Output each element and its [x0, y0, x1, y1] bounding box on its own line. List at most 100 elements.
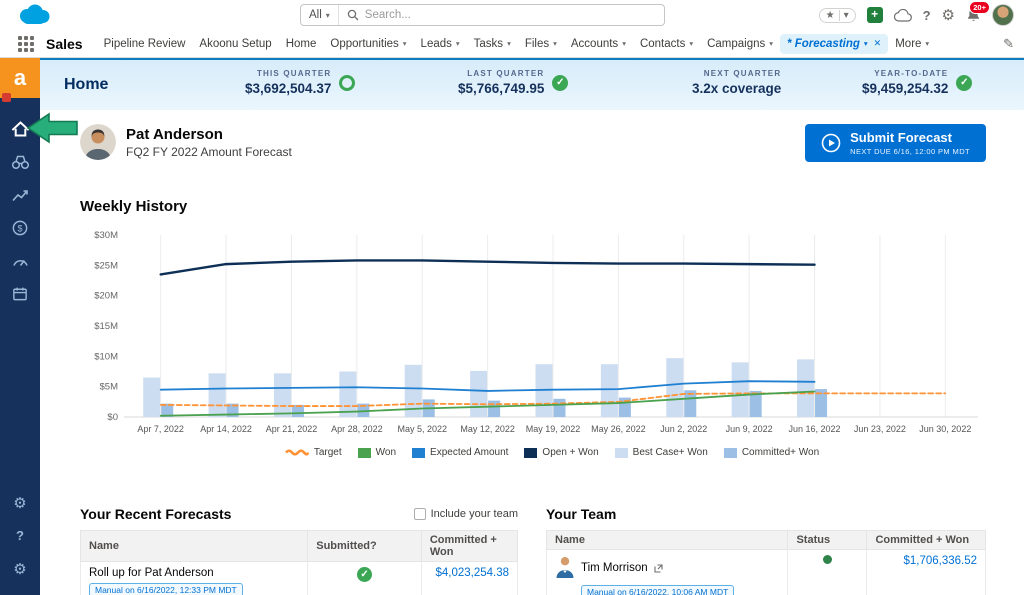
nav-tab[interactable]: * Forecasting▾✕: [780, 34, 888, 54]
favorites-button[interactable]: ★ ▾: [819, 8, 856, 23]
akoonu-sidebar: a $ ⚙ ? ⚙: [0, 58, 40, 595]
committed-amount-link[interactable]: $4,023,254.38: [435, 567, 509, 579]
chevron-down-icon[interactable]: ▾: [925, 39, 929, 48]
quick-add-button[interactable]: +: [867, 7, 883, 23]
global-search[interactable]: All ▾ Search...: [300, 4, 665, 26]
chart-title: Weekly History: [80, 198, 1024, 215]
legend-item: Expected Amount: [412, 447, 508, 458]
nav-tab[interactable]: Campaigns▾: [700, 34, 780, 54]
sidebar-item-home[interactable]: [0, 112, 40, 145]
legend-target-swatch: [285, 448, 309, 457]
legend-label: Open + Won: [542, 447, 598, 458]
help-icon[interactable]: ?: [923, 8, 931, 23]
sidebar-item-trends[interactable]: [0, 178, 40, 211]
search-scope-label: All: [309, 9, 322, 21]
legend-label: Won: [376, 447, 396, 458]
submitted-check-icon: ✓: [357, 567, 372, 582]
your-team-title: Your Team: [546, 506, 616, 522]
svg-text:May 26, 2022: May 26, 2022: [591, 424, 646, 434]
app-launcher-icon[interactable]: [18, 36, 34, 52]
include-team-checkbox[interactable]: Include your team: [414, 508, 518, 520]
nav-tab[interactable]: Opportunities▾: [323, 34, 413, 54]
sidebar-item-revenue[interactable]: $: [0, 211, 40, 244]
chevron-down-icon: ▾: [326, 11, 330, 20]
legend-swatch: [724, 448, 737, 458]
sidebar-notification-badge: [2, 93, 11, 102]
sidebar-item-velocity[interactable]: [0, 244, 40, 277]
svg-text:Jun 16, 2022: Jun 16, 2022: [789, 424, 841, 434]
summary-metric: THIS QUARTER $3,692,504.37: [245, 69, 355, 96]
search-scope-dropdown[interactable]: All ▾: [301, 5, 339, 25]
svg-text:Apr 28, 2022: Apr 28, 2022: [331, 424, 383, 434]
metric-value: $3,692,504.37: [245, 81, 331, 96]
tables-section: Your Recent Forecasts Include your team …: [80, 504, 1024, 595]
chevron-down-icon[interactable]: ▾: [622, 39, 626, 48]
svg-text:$10M: $10M: [94, 351, 118, 362]
legend-label: Expected Amount: [430, 447, 508, 458]
chevron-down-icon[interactable]: ▾: [456, 39, 460, 48]
nav-tab[interactable]: More▾: [888, 34, 936, 54]
legend-item: Committed+ Won: [724, 447, 819, 458]
forecast-name: Roll up for Pat Anderson: [89, 567, 299, 579]
org-cloud-icon[interactable]: [894, 9, 912, 22]
akoonu-logo[interactable]: a: [0, 58, 40, 98]
metric-label: NEXT QUARTER: [704, 69, 782, 78]
external-link-icon[interactable]: [654, 564, 663, 573]
legend-item: Open + Won: [524, 447, 598, 458]
notifications-button[interactable]: 20+: [966, 7, 981, 23]
nav-tab[interactable]: Contacts▾: [633, 34, 700, 54]
chevron-down-icon[interactable]: ▾: [689, 39, 693, 48]
nav-tab[interactable]: Accounts▾: [564, 34, 633, 54]
svg-text:$20M: $20M: [94, 291, 118, 302]
sidebar-item-calendar[interactable]: [0, 277, 40, 310]
sidebar-item-explore[interactable]: [0, 145, 40, 178]
metric-value: 3.2x coverage: [692, 81, 781, 96]
forecasting-main: Pat Anderson FQ2 FY 2022 Amount Forecast…: [40, 110, 1024, 595]
global-header: All ▾ Search... ★ ▾ + ? ⚙ 20+: [0, 0, 1024, 30]
chevron-down-icon: ▾: [844, 10, 849, 21]
chevron-down-icon[interactable]: ▾: [864, 39, 868, 48]
nav-tab[interactable]: Leads▾: [414, 34, 467, 54]
search-icon: [347, 9, 359, 21]
sidebar-help-button[interactable]: ?: [0, 519, 40, 552]
nav-tab[interactable]: Tasks▾: [467, 34, 518, 54]
legend-label: Committed+ Won: [742, 447, 819, 458]
chevron-down-icon[interactable]: ▾: [553, 39, 557, 48]
col-committed: Committed + Won: [421, 531, 517, 562]
svg-text:Jun 2, 2022: Jun 2, 2022: [660, 424, 707, 434]
chevron-down-icon[interactable]: ▾: [507, 39, 511, 48]
submit-forecast-due: NEXT DUE 6/16, 12:00 PM MDT: [850, 147, 970, 156]
metric-label: LAST QUARTER: [467, 69, 544, 78]
table-header-row: Name Submitted? Committed + Won: [81, 531, 518, 562]
divider: [839, 10, 840, 21]
submit-forecast-button[interactable]: Submit Forecast NEXT DUE 6/16, 12:00 PM …: [805, 124, 986, 162]
nav-tab[interactable]: Pipeline Review: [97, 34, 193, 54]
svg-text:May 19, 2022: May 19, 2022: [526, 424, 581, 434]
settings-gear-icon: ⚙: [13, 494, 26, 512]
edit-pencil-icon[interactable]: ✎: [1003, 36, 1014, 52]
chevron-down-icon[interactable]: ▾: [403, 39, 407, 48]
recent-forecasts-title: Your Recent Forecasts: [80, 506, 231, 522]
nav-tab[interactable]: Home: [279, 34, 324, 54]
nav-tab[interactable]: Akoonu Setup: [192, 34, 278, 54]
svg-text:$30M: $30M: [94, 230, 118, 241]
chevron-down-icon[interactable]: ▾: [769, 39, 773, 48]
sidebar-setup-button[interactable]: ⚙: [0, 552, 40, 585]
weekly-history-chart: $0$5M$10M$15M$20M$25M$30MApr 7, 2022Apr …: [80, 225, 1024, 445]
search-input[interactable]: Search...: [365, 9, 411, 21]
close-icon[interactable]: ✕: [874, 38, 882, 49]
trend-icon: [11, 187, 29, 203]
metric-label: THIS QUARTER: [257, 69, 331, 78]
legend-item: Best Case+ Won: [615, 447, 708, 458]
setup-gear-icon[interactable]: ⚙: [942, 6, 955, 24]
checkbox-icon[interactable]: [414, 508, 426, 520]
metric-value: $5,766,749.95: [458, 81, 544, 96]
committed-amount-link[interactable]: $1,706,336.52: [903, 555, 977, 567]
col-submitted: Submitted?: [308, 531, 422, 562]
notification-count-badge: 20+: [969, 1, 990, 14]
nav-tab[interactable]: Files▾: [518, 34, 564, 54]
svg-text:$15M: $15M: [94, 321, 118, 332]
legend-item: Won: [358, 447, 396, 458]
user-avatar[interactable]: [992, 4, 1014, 26]
sidebar-settings-button[interactable]: ⚙: [0, 486, 40, 519]
